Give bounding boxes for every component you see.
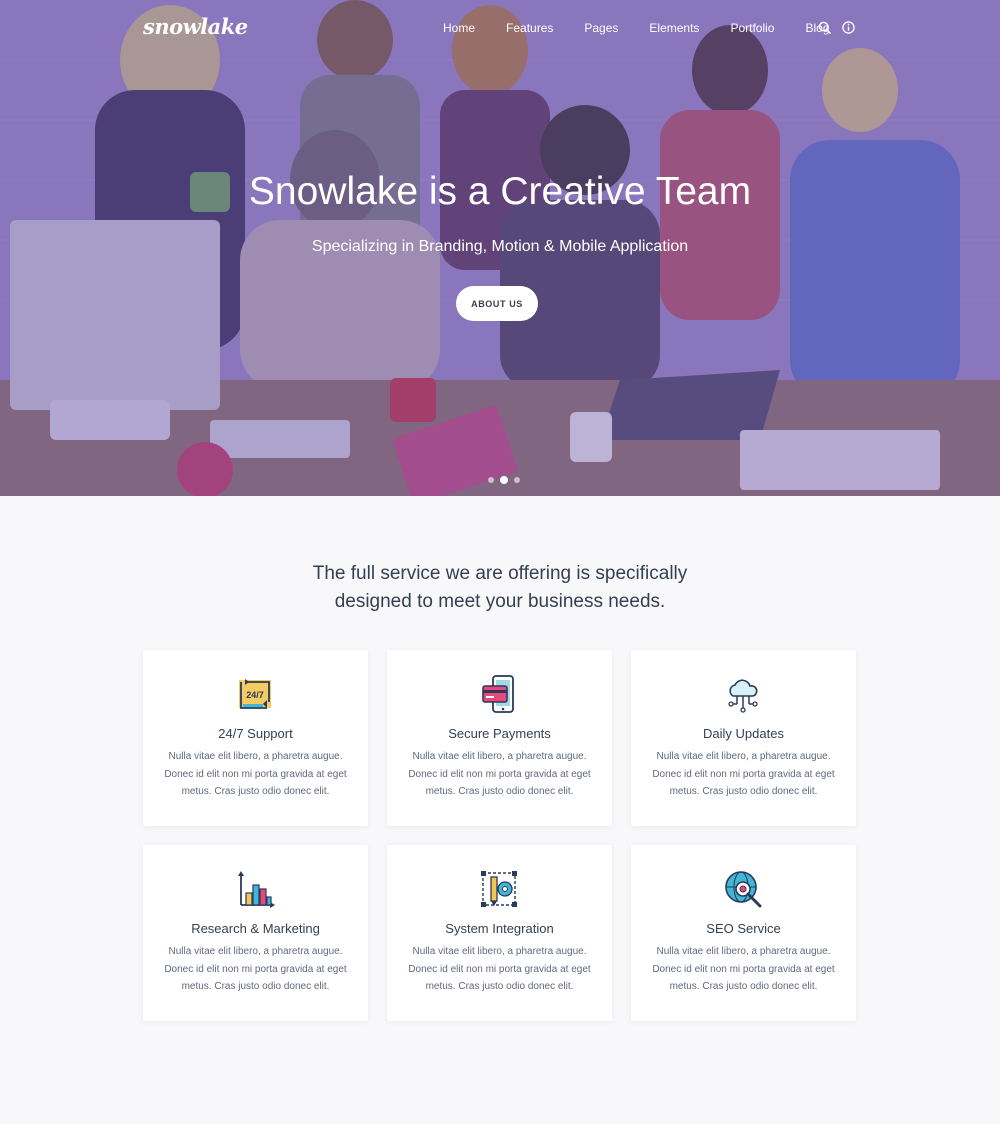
support-247-icon: 24/7 [239, 679, 271, 709]
nav-pages[interactable]: Pages [584, 21, 618, 35]
nav-elements[interactable]: Elements [649, 21, 699, 35]
service-card-seo: SEO Service Nulla vitae elit libero, a p… [631, 845, 856, 1021]
card-title: Research & Marketing [191, 921, 320, 936]
hero-subtitle: Specializing in Branding, Motion & Mobil… [311, 238, 689, 255]
info-icon[interactable] [842, 21, 855, 34]
nav-portfolio[interactable]: Portfolio [730, 21, 774, 35]
main-menu: Home Features Pages Elements Portfolio B… [443, 21, 861, 35]
card-title: Daily Updates [703, 726, 784, 741]
card-title: System Integration [445, 921, 554, 936]
bar-chart-icon [238, 871, 275, 908]
hero-title: Snowlake is a Creative Team [248, 170, 752, 213]
service-card-payments: Secure Payments Nulla vitae elit libero,… [387, 650, 612, 826]
service-card-research: Research & Marketing Nulla vitae elit li… [143, 845, 368, 1021]
service-card-updates: Daily Updates Nulla vitae elit libero, a… [631, 650, 856, 826]
services-section: The full service we are offering is spec… [0, 496, 1000, 1124]
secure-payment-icon [482, 675, 514, 713]
slider-dot-3[interactable] [514, 477, 520, 483]
card-title: Secure Payments [448, 726, 551, 741]
service-card-support: 24/7 24/7 Support Nulla vitae elit liber… [143, 650, 368, 826]
card-title: SEO Service [706, 921, 781, 936]
card-description: Nulla vitae elit libero, a pharetra augu… [164, 751, 347, 797]
card-description: Nulla vitae elit libero, a pharetra augu… [652, 946, 835, 992]
services-intro: The full service we are offering is spec… [0, 560, 1000, 616]
top-navbar: snowlake Home Features Pages Elements Po… [0, 0, 1000, 58]
cloud-network-icon [728, 679, 758, 713]
card-description: Nulla vitae elit libero, a pharetra augu… [164, 946, 347, 992]
nav-features[interactable]: Features [506, 21, 553, 35]
search-icon[interactable] [818, 21, 831, 34]
about-us-button[interactable]: ABOUT US [456, 286, 538, 321]
services-intro-line-1: The full service we are offering is spec… [312, 563, 688, 584]
seo-globe-icon [725, 871, 762, 908]
card-description: Nulla vitae elit libero, a pharetra augu… [408, 751, 591, 797]
slider-dot-2[interactable] [500, 476, 508, 484]
card-description: Nulla vitae elit libero, a pharetra augu… [652, 751, 835, 797]
svg-text:24/7: 24/7 [246, 690, 264, 700]
nav-home[interactable]: Home [443, 21, 475, 35]
card-description: Nulla vitae elit libero, a pharetra augu… [408, 946, 591, 992]
slider-pagination [488, 476, 526, 484]
hero-slider: snowlake Home Features Pages Elements Po… [0, 0, 1000, 496]
services-intro-line-2: designed to meet your business needs. [334, 591, 666, 612]
brand-logo[interactable]: snowlake [143, 14, 248, 39]
slider-dot-1[interactable] [488, 477, 494, 483]
card-title: 24/7 Support [218, 726, 293, 741]
service-card-integration: System Integration Nulla vitae elit libe… [387, 845, 612, 1021]
integration-icon [481, 871, 517, 907]
